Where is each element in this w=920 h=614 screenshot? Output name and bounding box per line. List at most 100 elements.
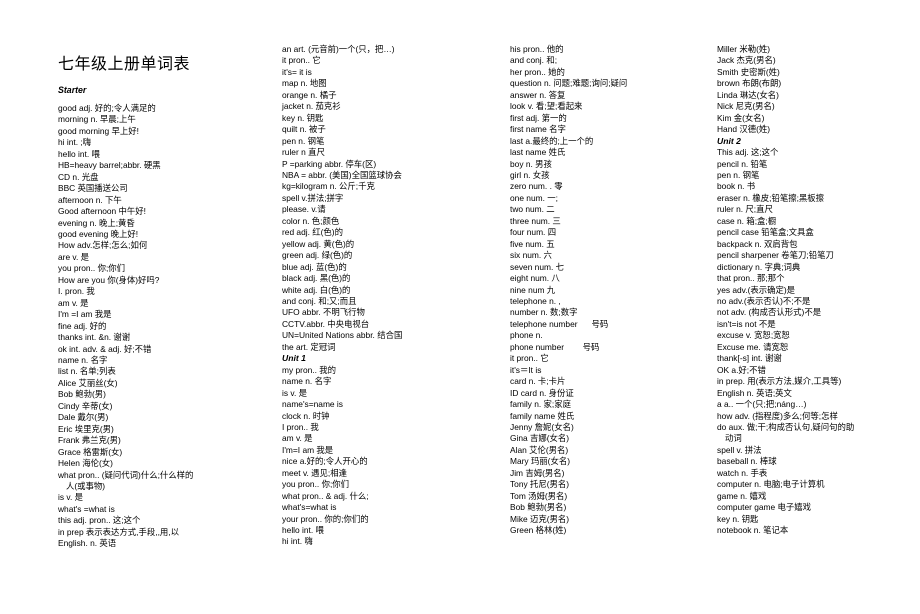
wordlist-columns: Starter good adj. 好的;令人满足的 morning n. 早晨;上… — [0, 0, 920, 614]
wordlist-entry: hi int. ;嗨 — [58, 137, 92, 148]
wordlist-entry: seven num. 七 — [510, 261, 564, 272]
wordlist-entry: my pron.. 我的 — [282, 364, 336, 375]
wordlist-entry: backpack n. 双肩背包 — [717, 238, 798, 249]
wordlist-entry: do aux. 做;干;构成否认句,疑问句的助 — [717, 421, 855, 432]
wordlist-entry: Hand 汉德(姓) — [717, 124, 771, 135]
wordlist-entry: Alice 艾丽丝(女) — [58, 377, 118, 388]
wordlist-entry: I. pron. 我 — [58, 286, 95, 297]
wordlist-entry: last name 姓氏 — [510, 147, 566, 158]
wordlist-entry: it pron.. 它 — [282, 55, 321, 66]
wordlist-entry: fine adj. 好的 — [58, 320, 107, 331]
wordlist-entry: your pron.. 你的;你们的 — [282, 513, 369, 524]
wordlist-column-2: an art. (元音前)一个(只，把…) it pron.. 它 it's= it… — [282, 44, 497, 548]
wordlist-entry: it pron.. 它 — [510, 353, 549, 364]
wordlist-entry: hello int. 喂 — [58, 148, 100, 159]
wordlist-entry: Tony 托尼(男名) — [510, 479, 570, 490]
wordlist-entry: book n. 书 — [717, 181, 756, 192]
wordlist-entry: you pron.. 你;你们 — [58, 263, 126, 274]
wordlist-entry: pen n. 钢笔 — [282, 135, 325, 146]
wordlist-entry: NBA = abbr. (美国)全国篮球协会 — [282, 169, 402, 180]
wordlist-entry: blue adj. 蓝(色)的 — [282, 261, 347, 272]
wordlist-entry: I'm =I am 我是 — [58, 309, 112, 320]
section-heading: Unit 1 — [282, 353, 306, 364]
wordlist-entry: Grace 格雷斯(女) — [58, 446, 123, 457]
wordlist-entry: isn't=is not 不是 — [717, 318, 776, 329]
wordlist-entry: spell v.拼法;拼字 — [282, 192, 344, 203]
wordlist-entry: pen n. 钢笔 — [717, 169, 760, 180]
wordlist-entry: brown 布朗(布朗) — [717, 78, 782, 89]
wordlist-entry: ID card n. 身份证 — [510, 387, 574, 398]
wordlist-entry: English n. 英语;英文 — [717, 387, 792, 398]
wordlist-entry: Smith 史密斯(姓) — [717, 66, 780, 77]
wordlist-entry: a a.. 一个(只;把;náng…) — [717, 399, 807, 410]
wordlist-entry: orange n. 橘子 — [282, 89, 337, 100]
wordlist-entry: Excuse me. 请宽恕 — [717, 341, 789, 352]
wordlist-entry: phone number 号码 — [510, 341, 600, 352]
wordlist-entry: UN=United Nations abbr. 结合国 — [282, 330, 403, 341]
wordlist-entry: CD n. 光盘 — [58, 171, 99, 182]
wordlist-entry: watch n. 手表 — [717, 467, 768, 478]
wordlist-entry: name's=name is — [282, 399, 343, 410]
wordlist-entry-continuation: 动词 — [725, 433, 742, 444]
wordlist-entry: are v. 是 — [58, 251, 90, 262]
wordlist-entry: key n. 钥匙 — [717, 513, 759, 524]
column-2-body: an art. (元音前)一个(只，把…) it pron.. 它 it's= it… — [282, 44, 497, 548]
wordlist-entry: white adj. 白(色)的 — [282, 284, 351, 295]
wordlist-entry: map n. 地图 — [282, 78, 327, 89]
wordlist-entry: Jim 吉姆(男名) — [510, 467, 565, 478]
wordlist-entry: please. v.请 — [282, 204, 326, 215]
wordlist-entry: is v. 是 — [58, 492, 83, 503]
wordlist-entry: what pron.. (疑问代词)什么;什么样的 — [58, 469, 194, 480]
wordlist-entry: no adv.(表示否认)不;不是 — [717, 295, 811, 306]
wordlist-entry: what's =what is — [58, 503, 115, 514]
wordlist-entry: is v. 是 — [282, 387, 307, 398]
wordlist-entry: an art. (元音前)一个(只，把…) — [282, 44, 395, 54]
wordlist-entry: ruler n 直尺 — [282, 147, 325, 158]
wordlist-entry: what pron.. & adj. 什么; — [282, 490, 369, 501]
wordlist-entry: first name 名字 — [510, 124, 566, 135]
wordlist-entry: family name 姓氏 — [510, 410, 575, 421]
wordlist-entry: Alan 艾伦(男名) — [510, 444, 569, 455]
wordlist-entry: color n. 色;颜色 — [282, 215, 340, 226]
wordlist-entry: Jack 杰克(男名) — [717, 55, 776, 66]
wordlist-entry: OK a.好;不错 — [717, 364, 766, 375]
wordlist-entry: ruler n. 尺;直尺 — [717, 204, 773, 215]
wordlist-entry: his pron.. 他的 — [510, 44, 564, 54]
wordlist-entry: what's=what is — [282, 502, 337, 513]
wordlist-entry: family n. 家;家庭 — [510, 399, 571, 410]
wordlist-entry: hi int. 嗨 — [282, 536, 313, 547]
wordlist-entry: telephone n. , — [510, 295, 561, 306]
wordlist-entry: one num. 一; — [510, 192, 558, 203]
wordlist-entry: jacket n. 茄克衫 — [282, 101, 341, 112]
wordlist-entry: This adj. 这;这个 — [717, 147, 779, 158]
wordlist-entry: I pron.. 我 — [282, 421, 319, 432]
wordlist-entry: the art. 定冠词 — [282, 341, 336, 352]
wordlist-entry: black adj. 黑(色)的 — [282, 273, 351, 284]
wordlist-entry: her pron.. 她的 — [510, 66, 565, 77]
wordlist-entry: Gina 吉娜(女名) — [510, 433, 570, 444]
wordlist-entry-continuation: 人(或事物) — [66, 480, 106, 491]
wordlist-entry: Bob 鲍勃(男名) — [510, 502, 567, 513]
wordlist-entry: am v. 是 — [282, 433, 313, 444]
wordlist-entry: in prep. 用(表示方法,媒介,工具等) — [717, 376, 842, 387]
wordlist-entry: number n. 数;数字 — [510, 307, 578, 318]
wordlist-entry: yellow adj. 黄(色)的 — [282, 238, 355, 249]
wordlist-entry: How adv.怎样;怎么;如何 — [58, 240, 148, 251]
wordlist-entry: yes adv.(表示确定)是 — [717, 284, 796, 295]
wordlist-entry: Mike 迈克(男名) — [510, 513, 570, 524]
wordlist-entry: that pron.. 那;那个 — [717, 273, 785, 284]
wordlist-entry: Miller 米勒(姓) — [717, 44, 771, 54]
wordlist-entry: computer game 电子嬉戏 — [717, 502, 812, 513]
wordlist-entry: it's= it is — [282, 66, 312, 77]
wordlist-entry: pencil n. 铅笔 — [717, 158, 768, 169]
wordlist-entry: telephone number 号码 — [510, 318, 609, 329]
wordlist-entry: good adj. 好的;令人满足的 — [58, 103, 156, 113]
wordlist-entry: Cindy 辛蒂(女) — [58, 400, 113, 411]
wordlist-entry: Tom 汤姆(男名) — [510, 490, 568, 501]
wordlist-entry: list n. 名单;列表 — [58, 366, 116, 377]
wordlist-column-3: his pron.. 他的 and conj. 和; her pron.. 她的 qu… — [510, 44, 710, 536]
wordlist-entry: evening n. 晚上;黄昏 — [58, 217, 135, 228]
wordlist-entry: two num. 二 — [510, 204, 555, 215]
wordlist-entry: Jenny 詹妮(女名) — [510, 421, 574, 432]
wordlist-entry: four num. 四 — [510, 227, 557, 238]
